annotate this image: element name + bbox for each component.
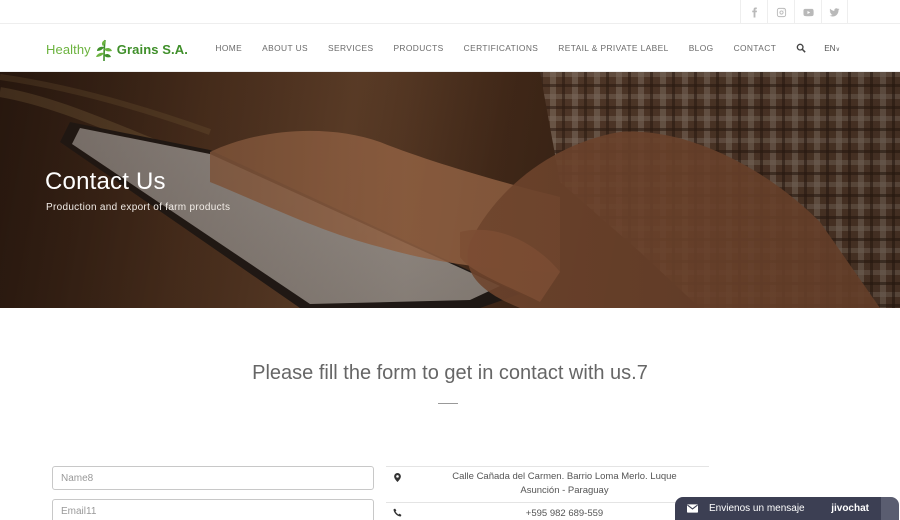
nav-certifications[interactable]: CERTIFICATIONS [464,43,539,53]
nav-products[interactable]: PRODUCTS [393,43,443,53]
nav-home[interactable]: HOME [215,43,242,53]
language-selector[interactable]: EN∨ [824,44,840,53]
language-code: EN [824,43,836,53]
twitter-icon [829,7,840,16]
nav-services[interactable]: SERVICES [328,43,373,53]
instagram-link[interactable] [767,0,794,24]
search-icon[interactable] [796,43,806,53]
chat-widget[interactable]: Envienos un mensaje jivochat [675,497,899,520]
heading-divider [438,403,458,404]
facebook-icon [751,6,757,18]
map-marker-icon [394,473,401,482]
logo-word-grains: Grains S.A. [116,41,188,57]
chat-message-label: Envienos un mensaje [709,503,805,514]
main-header: Healthy Grains S.A. HOME ABOUT US SERVIC… [0,24,900,72]
address-row: Calle Cañada del Carmen. Barrio Loma Mer… [386,466,709,502]
address-line-1: Calle Cañada del Carmen. Barrio Loma Mer… [452,471,677,482]
site-logo[interactable]: Healthy Grains S.A. [46,36,188,62]
instagram-icon [776,7,786,17]
youtube-icon [802,8,814,16]
name-field[interactable] [52,466,374,490]
form-heading: Please fill the form to get in contact w… [252,362,648,384]
wheat-leaf-icon [95,39,112,62]
phone-row: +595 982 689-559 [386,502,709,520]
youtube-link[interactable] [794,0,821,24]
phone-icon [393,508,402,517]
facebook-link[interactable] [740,0,767,24]
hero-banner: Contact Us Production and export of farm… [0,72,900,308]
social-links [740,0,848,24]
main-nav: HOME ABOUT US SERVICES PRODUCTS CERTIFIC… [195,24,900,72]
chevron-down-icon: ∨ [835,46,840,53]
twitter-link[interactable] [821,0,848,24]
top-social-bar [0,0,900,24]
nav-retail-private-label[interactable]: RETAIL & PRIVATE LABEL [558,43,668,53]
address-text: Calle Cañada del Carmen. Barrio Loma Mer… [420,470,709,498]
nav-about-us[interactable]: ABOUT US [262,43,308,53]
page-title: Contact Us [45,168,166,195]
envelope-icon [687,504,698,513]
logo-word-healthy: Healthy [46,41,91,57]
page-subtitle: Production and export of farm products [46,202,231,213]
nav-contact[interactable]: CONTACT [734,43,777,53]
chat-corner-tab [881,497,899,520]
chat-brand: jivochat [831,503,869,514]
nav-blog[interactable]: BLOG [689,43,714,53]
email-field[interactable] [52,499,374,520]
phone-text: +595 982 689-559 [525,508,604,519]
address-line-2: Asunción - Paraguay [520,485,609,496]
